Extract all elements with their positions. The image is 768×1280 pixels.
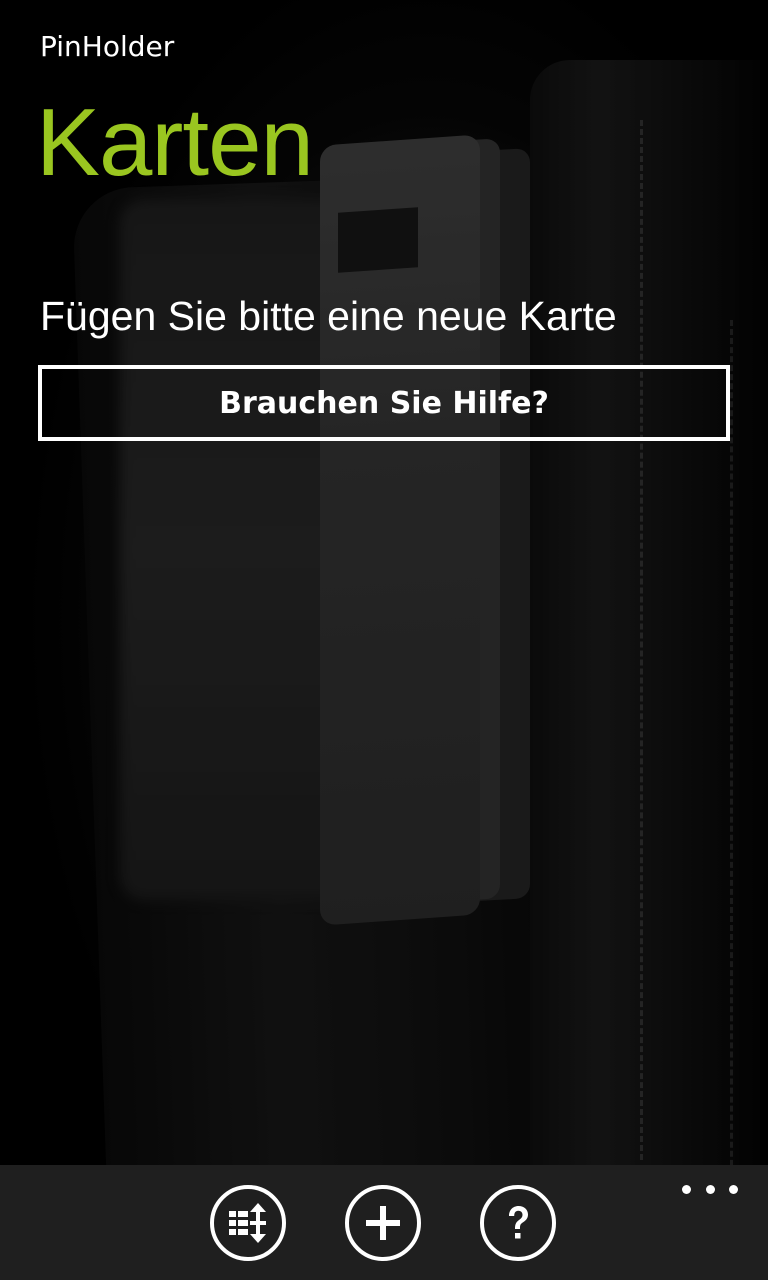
more-dots-icon[interactable] [682,1179,738,1199]
add-card-prompt: Fügen Sie bitte eine neue Karte [40,293,617,339]
dot [705,1184,715,1194]
help-button[interactable]: Brauchen Sie Hilfe? [38,365,730,441]
help-icon [509,1206,528,1239]
add-card-button[interactable] [345,1185,421,1261]
help-app-bar-button[interactable] [480,1185,556,1261]
dot [682,1184,691,1194]
app-name: PinHolder [40,30,175,63]
dot [729,1184,738,1194]
reorder-button[interactable] [210,1185,286,1261]
page-title: Karten [36,89,314,196]
application-bar [0,1165,768,1280]
reorder-icon [229,1203,266,1243]
add-icon [366,1206,400,1240]
